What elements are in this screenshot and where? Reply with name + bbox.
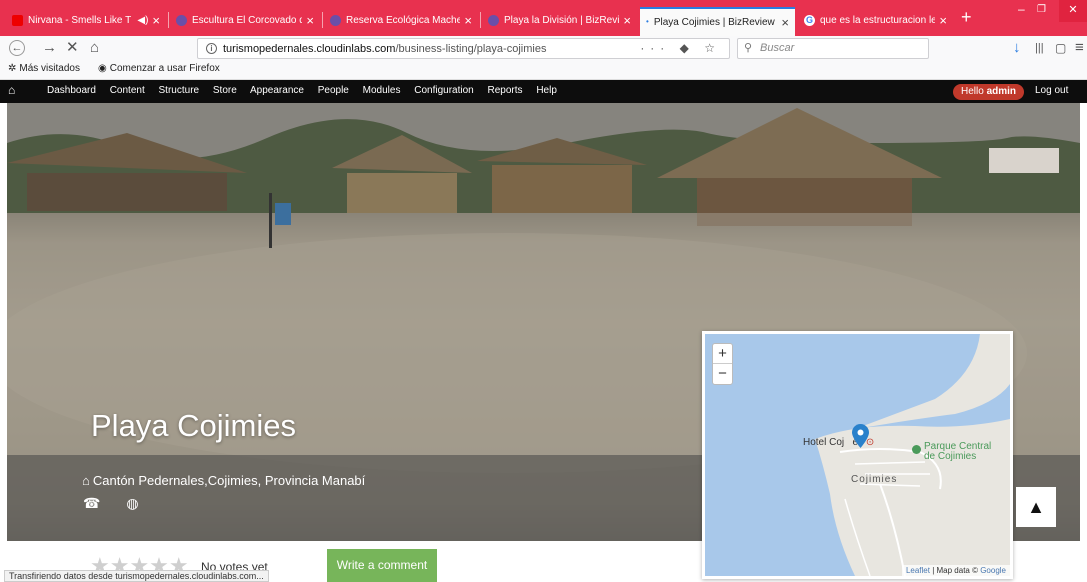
map-zoom-control: + − <box>712 343 733 385</box>
site-favicon-icon <box>488 14 499 26</box>
tab-close-icon[interactable]: × <box>152 13 160 28</box>
menu-structure[interactable]: Structure <box>159 85 200 96</box>
house-icon: ⌂ <box>82 473 90 488</box>
url-bar[interactable]: i turismopedernales.cloudinlabs.com /bus… <box>197 38 730 59</box>
search-placeholder: Buscar <box>760 42 795 54</box>
home-icon[interactable]: ⌂ <box>8 83 15 97</box>
site-favicon-icon <box>176 14 187 26</box>
address-text: Cantón Pedernales,Cojimies, Provincia Ma… <box>92 473 366 488</box>
listing-address: ⌂ Cantón Pedernales,Cojimies, Provincia M… <box>82 473 365 488</box>
forward-icon[interactable]: → <box>42 39 57 57</box>
loading-icon: • <box>646 17 649 26</box>
tab-google-search[interactable]: G que es la estructuracion le × <box>798 9 953 31</box>
window-close-button[interactable]: ✕ <box>1059 0 1087 22</box>
sidebar-icon[interactable]: ▢ <box>1055 39 1066 57</box>
menu-appearance[interactable]: Appearance <box>250 85 304 96</box>
scroll-top-button[interactable]: ▲ <box>1016 487 1056 527</box>
park-icon <box>912 445 921 454</box>
minimize-icon[interactable]: – <box>1018 2 1025 16</box>
youtube-icon <box>12 14 23 26</box>
download-icon[interactable]: ↓ <box>1013 39 1021 57</box>
firefox-icon: ◉ <box>98 63 107 74</box>
logout-link[interactable]: Log out <box>1035 85 1068 96</box>
website-globe-icon[interactable]: ◍ <box>126 495 138 511</box>
tab-close-icon[interactable]: × <box>306 13 314 28</box>
status-bar: Transfiriendo datos desde turismopederna… <box>4 570 269 582</box>
menu-reports[interactable]: Reports <box>488 85 523 96</box>
menu-configuration[interactable]: Configuration <box>414 85 473 96</box>
page-actions-icon[interactable]: ··· <box>640 41 670 55</box>
tab-close-icon[interactable]: × <box>623 13 631 28</box>
stop-icon[interactable]: ✕ <box>66 39 79 57</box>
restore-icon[interactable]: ❐ <box>1037 4 1046 15</box>
bookmark-most-visited[interactable]: ✲ Más visitados <box>8 63 80 74</box>
gear-icon: ✲ <box>8 63 17 74</box>
tab-close-icon[interactable]: × <box>464 13 472 28</box>
tab-reserva[interactable]: Reserva Ecológica Mache × <box>324 9 478 31</box>
new-tab-button[interactable]: + <box>961 7 972 28</box>
tab-title: Playa la División | BizRevie <box>504 14 620 26</box>
home-icon[interactable]: ⌂ <box>90 39 99 57</box>
bookmark-getting-started[interactable]: ◉ Comenzar a usar Firefox <box>98 63 220 74</box>
bookmark-star-icon[interactable]: ☆ <box>704 41 721 55</box>
tab-title: que es la estructuracion le <box>820 14 936 26</box>
listing-contacts: ☎ ◍ <box>83 495 161 512</box>
menu-modules[interactable]: Modules <box>363 85 401 96</box>
tab-title: Reserva Ecológica Mache <box>346 14 461 26</box>
tab-playa-division[interactable]: Playa la División | BizRevie × <box>482 9 637 31</box>
write-comment-button[interactable]: Write a comment <box>327 549 437 582</box>
audio-icon[interactable]: ◀) <box>137 15 148 26</box>
user-greeting[interactable]: Hello admin <box>953 84 1025 100</box>
library-icon[interactable]: ||| <box>1035 39 1044 57</box>
location-map[interactable]: + − Hotel Coj es ⊙ Parque Centralde Coji… <box>702 331 1013 579</box>
tab-playa-cojimies[interactable]: • Playa Cojimies | BizReview × <box>640 7 795 36</box>
tab-title: Nirvana - Smells Like T <box>28 14 132 26</box>
tab-title: Escultura El Corcovado de <box>192 14 303 26</box>
bookmarks-toolbar: ✲ Más visitados ◉ Comenzar a usar Firefox <box>0 61 1087 80</box>
google-icon: G <box>804 14 815 26</box>
menu-help[interactable]: Help <box>536 85 557 96</box>
url-path: /business-listing/playa-cojimies <box>395 42 547 55</box>
leaflet-link[interactable]: Leaflet <box>906 566 930 575</box>
site-favicon-icon <box>330 14 341 26</box>
menu-icon[interactable]: ≡ <box>1075 39 1084 57</box>
menu-content[interactable]: Content <box>110 85 145 96</box>
map-attribution: Leaflet | Map data © Google <box>901 565 1010 576</box>
browser-tab-strip: Nirvana - Smells Like T ◀) × Escultura E… <box>0 0 1087 36</box>
admin-menu: Dashboard Content Structure Store Appear… <box>47 85 568 96</box>
google-link[interactable]: Google <box>980 566 1006 575</box>
tab-close-icon[interactable]: × <box>939 13 947 28</box>
search-input[interactable]: ⚲ Buscar <box>737 38 929 59</box>
admin-toolbar: ⌂ Dashboard Content Structure Store Appe… <box>0 80 1087 103</box>
back-icon[interactable]: ← <box>9 40 25 56</box>
tab-nirvana[interactable]: Nirvana - Smells Like T ◀) × <box>6 9 166 31</box>
navigation-toolbar: ← → ✕ ⌂ i turismopedernales.cloudinlabs.… <box>0 36 1087 61</box>
menu-people[interactable]: People <box>318 85 349 96</box>
search-icon: ⚲ <box>744 42 753 54</box>
pocket-icon[interactable]: ◆ <box>680 41 695 55</box>
zoom-out-button[interactable]: − <box>713 364 732 384</box>
url-host: turismopedernales.cloudinlabs.com <box>223 42 396 55</box>
map-label-town: Cojimies <box>851 474 898 485</box>
phone-icon[interactable]: ☎ <box>83 495 100 511</box>
tab-close-icon[interactable]: × <box>781 15 789 30</box>
tab-title: Playa Cojimies | BizReview <box>653 17 775 28</box>
map-marker-icon[interactable] <box>852 424 869 448</box>
menu-store[interactable]: Store <box>213 85 237 96</box>
menu-dashboard[interactable]: Dashboard <box>47 85 96 96</box>
page-title: Playa Cojimies <box>91 408 297 443</box>
tab-escultura[interactable]: Escultura El Corcovado de × <box>170 9 320 31</box>
site-info-icon[interactable]: i <box>206 43 217 54</box>
zoom-in-button[interactable]: + <box>713 344 732 364</box>
username: admin <box>986 86 1017 97</box>
map-label-park: Parque Central de Cojimies <box>924 441 992 462</box>
